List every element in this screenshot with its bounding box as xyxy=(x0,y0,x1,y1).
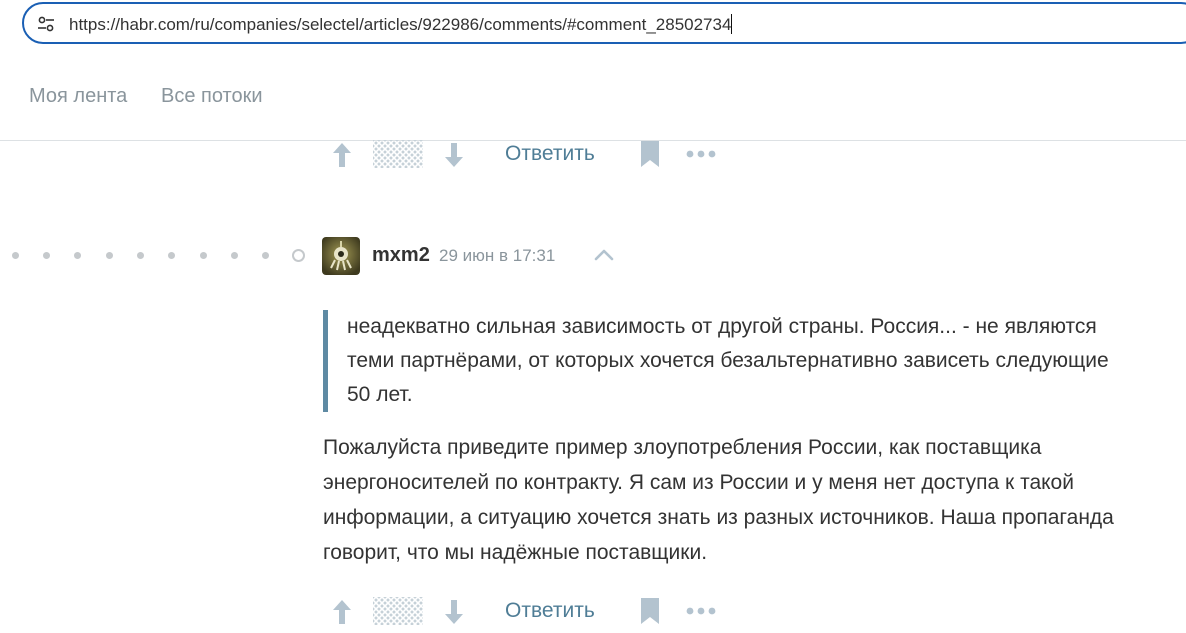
score-hidden-placeholder xyxy=(373,597,423,625)
reply-button[interactable]: Ответить xyxy=(505,142,595,166)
thread-dot xyxy=(200,252,207,259)
thread-dot xyxy=(12,252,19,259)
thread-current-ring[interactable] xyxy=(292,249,305,262)
score-hidden-placeholder xyxy=(373,140,423,168)
vote-down-icon[interactable] xyxy=(439,597,469,627)
avatar-image xyxy=(322,237,360,275)
thread-dot xyxy=(43,252,50,259)
reply-button[interactable]: Ответить xyxy=(505,599,595,623)
url-input[interactable]: https://habr.com/ru/companies/selectel/a… xyxy=(69,14,733,35)
vote-up-icon[interactable] xyxy=(327,597,357,627)
more-icon[interactable] xyxy=(685,146,717,162)
text-caret xyxy=(731,14,733,34)
thread-dot xyxy=(231,252,238,259)
comment-body: Пожалуйста приведите пример злоупотребле… xyxy=(323,436,1114,564)
thread-dot xyxy=(168,252,175,259)
nav-all-flows[interactable]: Все потоки xyxy=(161,85,263,108)
top-navigation: Моя лента Все потоки xyxy=(0,52,1186,141)
site-settings-icon[interactable] xyxy=(36,14,56,34)
browser-toolbar: https://habr.com/ru/companies/selectel/a… xyxy=(0,0,1186,52)
thread-dot xyxy=(74,252,81,259)
thread-dot xyxy=(137,252,144,259)
bookmark-icon[interactable] xyxy=(639,597,661,625)
vote-down-icon[interactable] xyxy=(439,140,469,170)
thread-dot xyxy=(106,252,113,259)
address-bar[interactable]: https://habr.com/ru/companies/selectel/a… xyxy=(22,2,1186,44)
more-icon[interactable] xyxy=(685,603,717,619)
comment-date[interactable]: 29 июн в 17:31 xyxy=(439,246,555,266)
comment-quote: неадекватно сильная зависимость от друго… xyxy=(347,315,1109,406)
comment-author[interactable]: mxm2 xyxy=(372,244,430,267)
thread-level-indicator xyxy=(12,249,312,264)
nav-my-feed[interactable]: Моя лента xyxy=(29,85,127,108)
bookmark-icon[interactable] xyxy=(639,140,661,168)
comment-actions: Ответить xyxy=(325,593,745,633)
thread-dot xyxy=(262,252,269,259)
chevron-up-icon[interactable] xyxy=(593,247,615,263)
avatar[interactable] xyxy=(322,237,360,275)
vote-up-icon[interactable] xyxy=(327,140,357,170)
blockquote-bar xyxy=(323,310,328,412)
comment-actions-previous: Ответить xyxy=(325,136,745,176)
